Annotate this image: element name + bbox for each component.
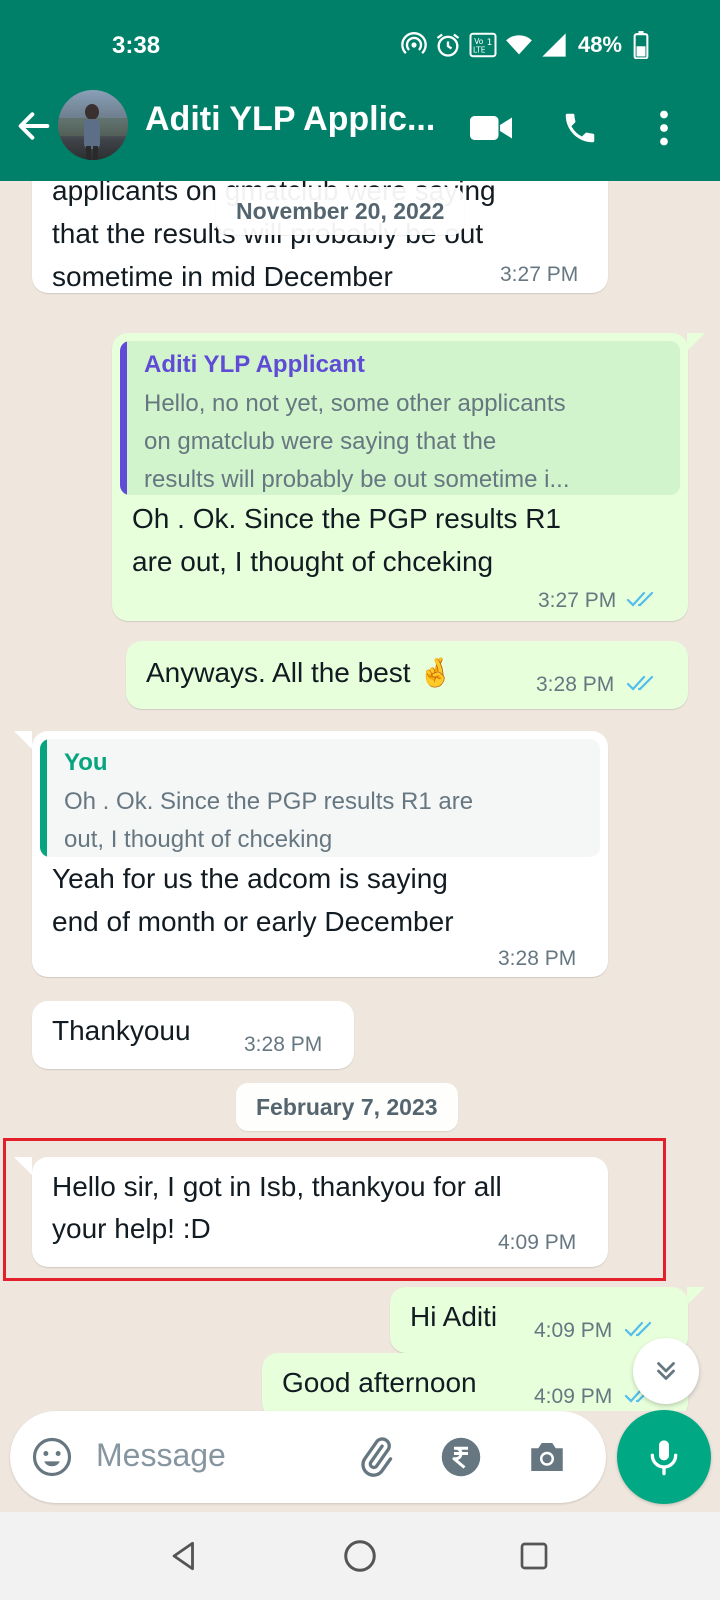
nav-home-icon <box>344 1540 376 1572</box>
message-text-line: Hi Aditi <box>410 1301 498 1332</box>
wifi-icon <box>506 35 532 55</box>
quoted-text-line: on gmatclub were saying that the <box>144 428 497 455</box>
rupee-payment-icon <box>441 1437 481 1477</box>
message-time: 4:09 PM <box>498 1231 577 1254</box>
back-arrow-icon <box>18 112 50 140</box>
nav-recents-icon <box>520 1542 548 1570</box>
message-time: 3:28 PM <box>244 1033 323 1056</box>
quoted-sender: You <box>64 749 108 776</box>
read-ticks-icon <box>626 675 654 691</box>
camera-icon <box>531 1443 563 1471</box>
message-time: 3:28 PM <box>536 673 615 696</box>
signal-icon <box>542 33 566 57</box>
message-bubble-outgoing[interactable]: Good afternoon 4:09 PM <box>262 1353 688 1411</box>
emoji-button[interactable] <box>30 1435 74 1479</box>
message-time: 3:27 PM <box>538 589 617 612</box>
date-chip: November 20, 2022 <box>216 187 465 235</box>
message-bubble-incoming[interactable]: Thankyouu 3:28 PM <box>32 1001 354 1069</box>
read-ticks-icon <box>626 591 654 607</box>
quoted-text-line: Hello, no not yet, some other applicants <box>144 390 566 417</box>
message-text-line: Anyways. All the best 🤞 <box>146 657 454 688</box>
message-bubble-outgoing[interactable]: Hi Aditi 4:09 PM <box>390 1287 688 1353</box>
nav-recents-button[interactable] <box>512 1534 556 1578</box>
battery-percent: 48% <box>577 32 622 57</box>
svg-text:1: 1 <box>487 38 493 48</box>
message-bubble-incoming[interactable]: Hello sir, I got in Isb, thankyou for al… <box>32 1157 608 1267</box>
message-text-line: your help! :D <box>52 1213 211 1244</box>
phone-call-button[interactable] <box>556 104 604 152</box>
video-call-button[interactable] <box>467 104 515 152</box>
message-bubble-outgoing[interactable]: Anyways. All the best 🤞 3:28 PM <box>126 641 688 709</box>
bubble-tail <box>14 731 32 749</box>
scroll-to-bottom-button[interactable] <box>633 1338 699 1404</box>
battery-icon <box>633 31 649 59</box>
quote-bar <box>40 739 47 857</box>
status-time: 3:38 <box>112 32 161 59</box>
message-time: 4:09 PM <box>534 1385 613 1408</box>
message-time: 3:28 PM <box>498 947 577 970</box>
message-bubble-outgoing[interactable]: Aditi YLP Applicant Hello, no not yet, s… <box>112 333 688 621</box>
quoted-text-line: Oh . Ok. Since the PGP results R1 are <box>64 788 474 815</box>
nav-home-button[interactable] <box>338 1534 382 1578</box>
read-ticks-icon <box>624 1321 652 1337</box>
quoted-text-line: results will probably be out sometime i.… <box>144 466 570 493</box>
back-button[interactable] <box>14 106 54 146</box>
chat-area[interactable]: applicants on gmatclub were saying that … <box>0 181 720 1411</box>
camera-button[interactable] <box>525 1435 569 1479</box>
quoted-text: Hello, no not yet, some other applicants… <box>144 385 570 495</box>
volte-icon: VoLTE1 <box>469 32 497 58</box>
message-text-line: Thankyouu <box>52 1015 191 1046</box>
quoted-message[interactable]: You Oh . Ok. Since the PGP results R1 ar… <box>40 739 600 857</box>
message-input[interactable]: Message <box>96 1437 226 1474</box>
nav-back-icon <box>172 1541 194 1571</box>
quoted-text: Oh . Ok. Since the PGP results R1 are ou… <box>64 783 473 857</box>
bubble-tail <box>687 1287 705 1305</box>
hotspot-icon <box>401 32 427 54</box>
message-bubble-incoming[interactable]: You Oh . Ok. Since the PGP results R1 ar… <box>32 731 608 977</box>
date-chip: February 7, 2023 <box>236 1083 458 1131</box>
nav-back-button[interactable] <box>162 1534 206 1578</box>
bubble-tail <box>14 1157 32 1175</box>
message-time: 4:09 PM <box>534 1319 613 1342</box>
top-bar: 3:38 Vo LTE 1 48% Aditi YLP Applic... <box>0 0 720 181</box>
message-text-line: sometime in mid December <box>52 261 393 292</box>
contact-name[interactable]: Aditi YLP Applic... <box>145 100 455 139</box>
bubble-tail <box>687 333 705 351</box>
alarm-icon <box>436 33 460 57</box>
attach-icon <box>361 1437 393 1477</box>
system-nav-bar <box>0 1512 720 1600</box>
avatar[interactable] <box>58 90 128 160</box>
mic-icon <box>650 1440 678 1476</box>
message-input-bar[interactable]: Message <box>10 1411 606 1503</box>
svg-text:LTE: LTE <box>473 46 486 55</box>
quoted-sender: Aditi YLP Applicant <box>144 351 365 378</box>
emoji-icon <box>32 1437 72 1477</box>
payment-button[interactable] <box>439 1435 483 1479</box>
message-text-line: Good afternoon <box>282 1367 477 1398</box>
more-options-icon <box>660 110 668 146</box>
message-text-line: Yeah for us the adcom is saying <box>52 863 448 894</box>
more-options-button[interactable] <box>640 104 688 152</box>
status-icons: Vo LTE 1 48% <box>400 30 650 60</box>
message-text-line: end of month or early December <box>52 906 454 937</box>
svg-text:Vo: Vo <box>474 37 484 46</box>
message-time: 3:27 PM <box>500 263 579 286</box>
video-call-icon <box>470 116 512 140</box>
message-text-line: Oh . Ok. Since the PGP results R1 <box>132 503 561 534</box>
attach-button[interactable] <box>354 1435 398 1479</box>
quoted-message[interactable]: Aditi YLP Applicant Hello, no not yet, s… <box>120 341 680 495</box>
quote-bar <box>120 341 127 495</box>
message-text-line: are out, I thought of chceking <box>132 546 494 577</box>
phone-call-icon <box>565 113 595 143</box>
voice-record-button[interactable] <box>617 1410 711 1504</box>
quoted-text-line: out, I thought of chceking <box>64 826 333 853</box>
message-text-line: Hello sir, I got in Isb, thankyou for al… <box>52 1171 502 1202</box>
double-chevron-down-icon <box>657 1362 675 1380</box>
